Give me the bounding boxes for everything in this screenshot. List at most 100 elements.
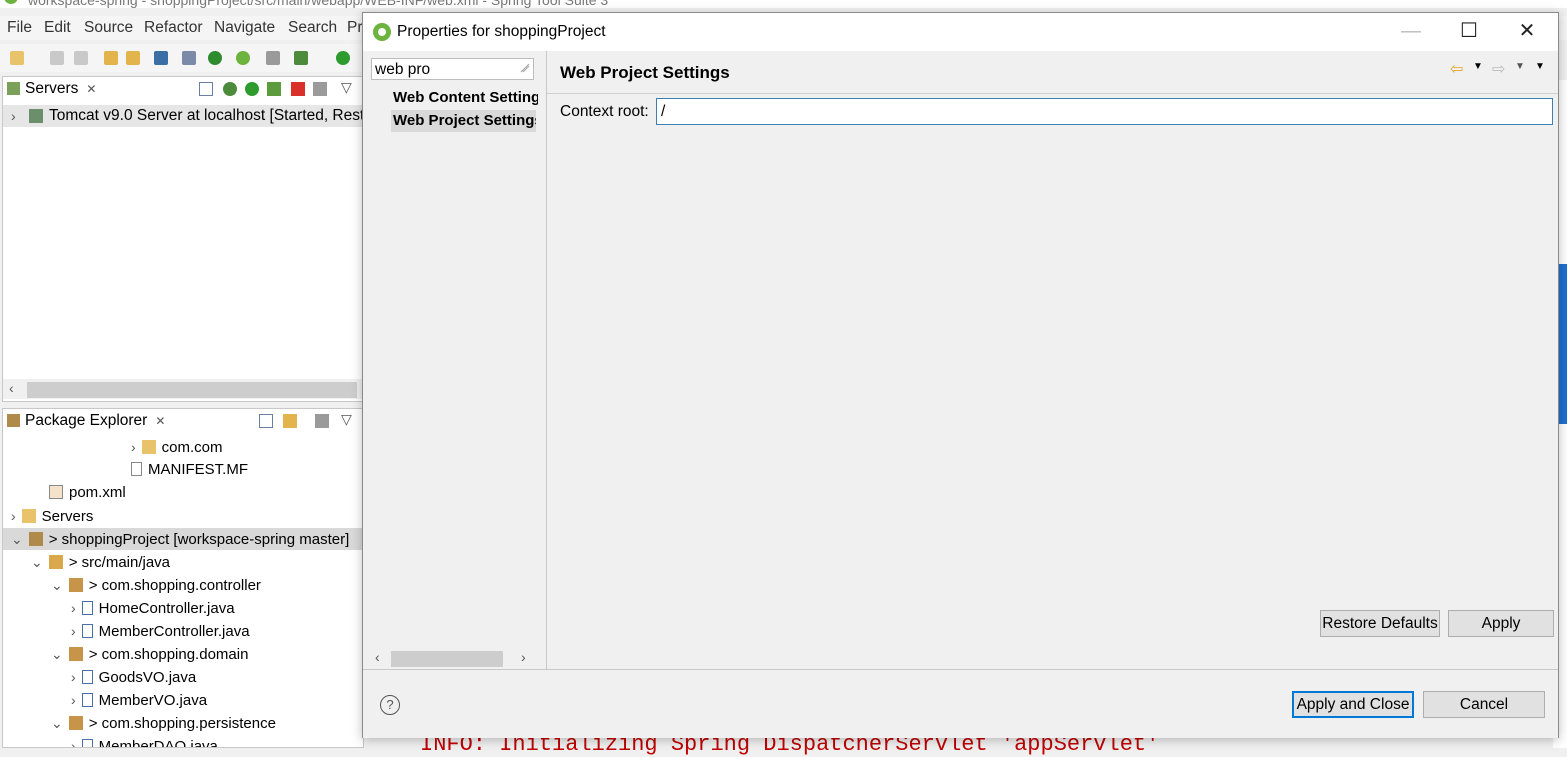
tree-item[interactable]: ⌄ > com.shopping.persistence (51, 712, 276, 734)
save-icon[interactable] (50, 51, 64, 65)
save-all-icon[interactable] (74, 51, 88, 65)
tree-item[interactable]: › MemberController.java (71, 620, 250, 642)
focus-icon[interactable] (315, 414, 329, 428)
restore-defaults-button[interactable]: Restore Defaults (1320, 610, 1440, 637)
source-folder-icon (48, 555, 63, 569)
properties-page: Web Project Settings ⇦ ▼ ⇨ ▼ ▼ Context r… (547, 51, 1558, 669)
skip-breakpoints-icon[interactable] (182, 51, 196, 65)
menu-navigate[interactable]: Navigate (214, 19, 275, 37)
run-icon[interactable] (336, 51, 350, 65)
folder-icon (21, 509, 36, 523)
cancel-button[interactable]: Cancel (1423, 691, 1545, 718)
chevron-right-icon[interactable]: › (11, 105, 16, 127)
forward-arrow-icon[interactable]: ⇨ (1492, 59, 1505, 79)
link-with-editor-icon[interactable] (283, 414, 297, 428)
java-file-icon (81, 693, 93, 707)
back-menu-chevron-down-icon[interactable]: ▼ (1473, 61, 1483, 72)
forward-menu-chevron-down-icon[interactable]: ▼ (1515, 61, 1525, 72)
publish-icon[interactable] (313, 82, 327, 96)
collapse-all-icon[interactable] (259, 414, 273, 428)
filter-input[interactable]: web pro (371, 58, 534, 80)
project-icon (28, 532, 43, 546)
nav-pane: web pro Web Content Settings Web Project… (363, 51, 547, 669)
back-arrow-icon[interactable]: ⇦ (1450, 59, 1463, 79)
nav-item-web-content-settings[interactable]: Web Content Settings (393, 87, 538, 109)
spring-icon[interactable] (236, 51, 250, 65)
boot-dashboard-icon[interactable] (208, 51, 222, 65)
ide-window-title: workspace-spring - shoppingProject/src/m… (0, 0, 1567, 8)
spring-logo-icon (373, 23, 391, 41)
servers-tab[interactable]: Servers ✕ (3, 77, 97, 101)
open-resource-icon[interactable] (126, 51, 140, 65)
servers-tab-label: Servers (25, 80, 79, 97)
minimize-icon[interactable]: — (1382, 13, 1440, 51)
file-icon (131, 462, 142, 476)
scroll-thumb[interactable] (27, 382, 357, 398)
tree-item[interactable]: › com.com (131, 436, 223, 458)
menu-project[interactable]: Pr (347, 19, 363, 37)
server-row[interactable]: › Tomcat v9.0 Server at localhost [Start… (3, 105, 363, 127)
close-icon[interactable]: ✕ (155, 414, 165, 428)
tree-item[interactable]: ⌄ > com.shopping.controller (51, 574, 261, 596)
tree-item[interactable]: › MemberVO.java (71, 689, 207, 711)
new-icon[interactable] (10, 51, 24, 65)
apply-button[interactable]: Apply (1448, 610, 1554, 637)
scroll-left-icon[interactable]: ‹ (9, 380, 14, 396)
ide-toolbar (0, 44, 365, 72)
tree-item[interactable]: › MemberDAO.java (71, 735, 218, 747)
package-explorer-view: Package Explorer ✕ ▽ › com.com MANIFEST.MF… (2, 408, 364, 748)
menu-search[interactable]: Search (288, 19, 337, 37)
page-title: Web Project Settings (560, 63, 730, 82)
nav-item-web-project-settings[interactable]: Web Project Settings (391, 110, 536, 132)
java-file-icon (81, 670, 93, 684)
package-icon (68, 647, 83, 661)
maximize-icon[interactable]: ☐ (1440, 13, 1498, 51)
close-icon[interactable]: ✕ (1498, 13, 1556, 51)
page-header: Web Project Settings ⇦ ▼ ⇨ ▼ ▼ (547, 51, 1558, 94)
tree-item[interactable]: ⌄ > com.shopping.domain (51, 643, 248, 665)
clear-filter-icon[interactable] (519, 62, 531, 74)
spring-logo-icon (4, 0, 18, 4)
debug-icon[interactable] (294, 51, 308, 65)
menu-file[interactable]: File (7, 19, 32, 37)
start-server-icon[interactable] (245, 82, 259, 96)
servers-view-icon (7, 82, 20, 95)
scroll-left-icon[interactable]: ‹ (375, 649, 380, 665)
link-icon[interactable] (266, 51, 280, 65)
open-type-icon[interactable] (104, 51, 118, 65)
tree-item[interactable]: ⌄ > src/main/java (31, 551, 170, 573)
maven-file-icon (49, 485, 63, 499)
ide-window-title-text: workspace-spring - shoppingProject/src/m… (28, 0, 609, 8)
tree-item[interactable]: › Servers (11, 505, 93, 527)
view-menu-icon[interactable]: ▽ (341, 411, 352, 428)
tree-item[interactable]: › GoodsVO.java (71, 666, 196, 688)
debug-server-icon[interactable] (223, 82, 237, 96)
tree-item[interactable]: MANIFEST.MF (131, 459, 248, 481)
view-menu-icon[interactable]: ▽ (341, 79, 352, 96)
nav-hscrollbar[interactable]: ‹ › (363, 649, 546, 669)
close-icon[interactable]: ✕ (86, 82, 96, 96)
tree-item[interactable]: pom.xml (49, 482, 126, 504)
apply-and-close-button[interactable]: Apply and Close (1292, 691, 1414, 718)
help-icon[interactable]: ? (380, 695, 400, 715)
java-file-icon (81, 624, 93, 638)
dialog-titlebar[interactable]: Properties for shoppingProject — ☐ ✕ (363, 13, 1558, 51)
console-icon[interactable] (154, 51, 168, 65)
java-file-icon (81, 739, 93, 747)
menu-edit[interactable]: Edit (44, 19, 71, 37)
scroll-right-icon[interactable]: › (521, 649, 526, 665)
profile-server-icon[interactable] (267, 82, 281, 96)
servers-hscrollbar[interactable]: ‹ (3, 379, 363, 399)
view-menu-icon[interactable]: ▼ (1535, 61, 1545, 72)
stop-server-icon[interactable] (291, 82, 305, 96)
tree-item-selected[interactable]: ⌄ > shoppingProject [workspace-spring mas… (3, 528, 363, 550)
menu-source[interactable]: Source (84, 19, 133, 37)
java-file-icon (81, 601, 93, 615)
package-explorer-tab[interactable]: Package Explorer ✕ (3, 409, 166, 433)
context-root-input[interactable]: / (656, 98, 1553, 125)
minimize-icon[interactable] (199, 82, 213, 96)
tree-item[interactable]: › HomeController.java (71, 597, 235, 619)
menu-refactor[interactable]: Refactor (144, 19, 203, 37)
package-explorer-tab-label: Package Explorer (25, 412, 148, 429)
scroll-thumb[interactable] (391, 651, 503, 667)
